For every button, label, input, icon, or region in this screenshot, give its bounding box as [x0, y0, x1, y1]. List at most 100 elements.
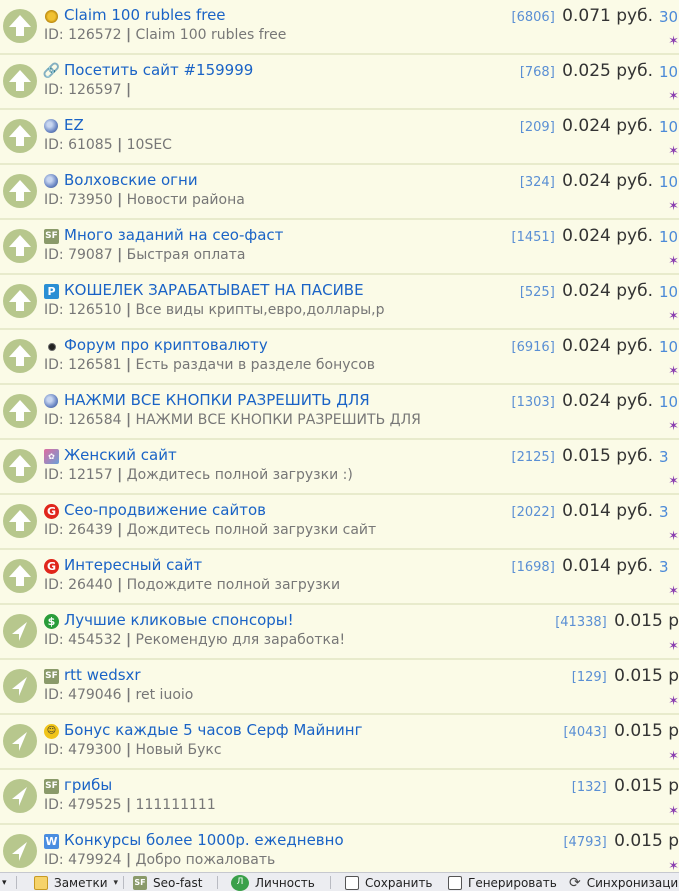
generate-button[interactable]: Генерировать: [448, 875, 557, 891]
personal-button[interactable]: Л Личность: [231, 875, 315, 891]
price: 0.024 руб.: [556, 226, 653, 246]
up-arrow-icon[interactable]: [3, 229, 37, 263]
task-title-link[interactable]: КОШЕЛЕК ЗАРАБАТЫВАЕТ НА ПАСИВЕ: [64, 281, 364, 299]
star-icon[interactable]: ✶: [668, 199, 679, 214]
up-arrow-icon[interactable]: [3, 339, 37, 373]
star-icon[interactable]: ✶: [668, 419, 679, 434]
up-arrow-icon[interactable]: [3, 394, 37, 428]
seofast-label: Seo-fast: [153, 876, 203, 890]
cursor-arrow-icon[interactable]: [3, 834, 37, 868]
seofast-icon: SF: [133, 876, 147, 890]
cursor-arrow-icon[interactable]: [3, 724, 37, 758]
task-row[interactable]: W Конкурсы более 1000р. ежедневно ID: 4799…: [0, 825, 679, 872]
up-arrow-icon[interactable]: [3, 119, 37, 153]
task-row[interactable]: G Сео-продвижение сайтов ID: 26439 | Дожди…: [0, 495, 679, 550]
task-price-block: [1303] 0.024 руб.: [512, 391, 653, 411]
seofast-button[interactable]: SF Seo-fast: [133, 875, 202, 891]
sync-button[interactable]: ⟳ Синхронизация: [569, 875, 679, 891]
toolbar-dropdown-caret[interactable]: ▾: [2, 875, 7, 891]
task-title-link[interactable]: Claim 100 rubles free: [64, 6, 226, 24]
task-id: ID: 61085: [44, 137, 118, 153]
task-row[interactable]: P КОШЕЛЕК ЗАРАБАТЫВАЕТ НА ПАСИВЕ ID: 12651…: [0, 275, 679, 330]
task-subtitle: ID: 126581 | Есть раздачи в разделе бону…: [44, 357, 375, 373]
task-title-link[interactable]: НАЖМИ ВСЕ КНОПКИ РАЗРЕШИТЬ ДЛЯ: [64, 391, 370, 409]
save-button[interactable]: Сохранить: [345, 875, 433, 891]
cursor-arrow-icon[interactable]: [3, 614, 37, 648]
star-icon[interactable]: ✶: [668, 859, 679, 872]
task-row[interactable]: EZ ID: 61085 | 10SEC [209] 0.024 руб. 10 ✶: [0, 110, 679, 165]
task-row[interactable]: SF Много заданий на сео-фаст ID: 79087 | Б…: [0, 220, 679, 275]
star-icon[interactable]: ✶: [668, 474, 679, 489]
up-arrow-icon[interactable]: [3, 174, 37, 208]
star-icon[interactable]: ✶: [668, 309, 679, 324]
task-title-link[interactable]: Интересный сайт: [64, 556, 202, 574]
task-id: ID: 73950: [44, 192, 118, 208]
notes-button[interactable]: Заметки ▾: [34, 875, 118, 891]
task-title-link[interactable]: Лучшие кликовые спонсоры!: [64, 611, 294, 629]
task-row[interactable]: Волховские огни ID: 73950 | Новости район…: [0, 165, 679, 220]
emoji-icon: ☺: [44, 724, 59, 739]
task-title-link[interactable]: Волховские огни: [64, 171, 198, 189]
task-title-link[interactable]: Посетить сайт #159999: [64, 61, 253, 79]
up-arrow-icon[interactable]: [3, 559, 37, 593]
task-title-link[interactable]: EZ: [64, 116, 84, 134]
task-description: Добро пожаловать: [131, 852, 276, 868]
view-count: [2022]: [511, 505, 555, 520]
up-arrow-icon[interactable]: [3, 284, 37, 318]
task-row[interactable]: Claim 100 rubles free ID: 126572 | Claim …: [0, 0, 679, 55]
task-title-link[interactable]: Женский сайт: [64, 446, 177, 464]
task-title-link[interactable]: Бонус каждые 5 часов Серф Майнинг: [64, 721, 362, 739]
task-row[interactable]: $ Лучшие кликовые спонсоры! ID: 454532 | Р…: [0, 605, 679, 660]
generate-label: Генерировать: [468, 876, 557, 890]
task-row[interactable]: ✿ Женский сайт ID: 12157 | Дождитесь полно…: [0, 440, 679, 495]
up-arrow-icon[interactable]: [3, 504, 37, 538]
up-arrow-icon[interactable]: [3, 9, 37, 43]
task-price-block: [6806] 0.071 руб.: [512, 6, 653, 26]
task-row[interactable]: Форум про криптовалюту ID: 126581 | Есть …: [0, 330, 679, 385]
star-icon[interactable]: ✶: [668, 749, 679, 764]
task-id: ID: 126584: [44, 412, 126, 428]
star-icon[interactable]: ✶: [668, 89, 679, 104]
price: 0.024 руб.: [556, 116, 653, 136]
p-icon: P: [44, 284, 59, 299]
star-icon[interactable]: ✶: [668, 639, 679, 654]
star-icon[interactable]: ✶: [668, 694, 679, 709]
toolbar-separator: [123, 876, 124, 889]
task-row[interactable]: ☺ Бонус каждые 5 часов Серф Майнинг ID: 47…: [0, 715, 679, 770]
up-arrow-icon[interactable]: [3, 64, 37, 98]
task-row[interactable]: SF грибы ID: 479525 | 111111111 [132] 0.015…: [0, 770, 679, 825]
star-icon[interactable]: ✶: [668, 804, 679, 819]
star-icon[interactable]: ✶: [668, 364, 679, 379]
price: 0.015 р: [608, 666, 679, 686]
view-count: [1303]: [511, 395, 555, 410]
task-id: ID: 479300: [44, 742, 126, 758]
task-row[interactable]: SF rtt wedsxr ID: 479046 | ret iuoio [129] …: [0, 660, 679, 715]
star-icon[interactable]: ✶: [668, 584, 679, 599]
task-title-link[interactable]: Форум про криптовалюту: [64, 336, 268, 354]
sync-icon: ⟳: [569, 875, 581, 891]
task-row[interactable]: 🔗 Посетить сайт #159999 ID: 126597 | [768]…: [0, 55, 679, 110]
task-description: 111111111: [131, 797, 216, 813]
seofast-icon: SF: [44, 669, 59, 684]
task-price-block: [132] 0.015 р: [572, 776, 679, 796]
notes-icon: [34, 876, 48, 890]
up-arrow-icon[interactable]: [3, 449, 37, 483]
cursor-arrow-icon[interactable]: [3, 779, 37, 813]
task-title-link[interactable]: Конкурсы более 1000р. ежедневно: [64, 831, 344, 849]
task-title-link[interactable]: Много заданий на сео-фаст: [64, 226, 283, 244]
task-row[interactable]: G Интересный сайт ID: 26440 | Подождите по…: [0, 550, 679, 605]
star-icon[interactable]: ✶: [668, 34, 679, 49]
cursor-arrow-icon[interactable]: [3, 669, 37, 703]
star-icon[interactable]: ✶: [668, 254, 679, 269]
task-title-link[interactable]: грибы: [64, 776, 112, 794]
price: 0.015 руб.: [556, 446, 653, 466]
separator: |: [125, 82, 132, 98]
seofast-icon: SF: [44, 229, 59, 244]
star-icon[interactable]: ✶: [668, 529, 679, 544]
task-title-link[interactable]: Сео-продвижение сайтов: [64, 501, 266, 519]
task-row[interactable]: НАЖМИ ВСЕ КНОПКИ РАЗРЕШИТЬ ДЛЯ ID: 126584…: [0, 385, 679, 440]
coin-icon: [45, 10, 58, 23]
task-title-link[interactable]: rtt wedsxr: [64, 666, 141, 684]
task-description: Все виды крипты,евро,доллары,р: [131, 302, 385, 318]
star-icon[interactable]: ✶: [668, 144, 679, 159]
